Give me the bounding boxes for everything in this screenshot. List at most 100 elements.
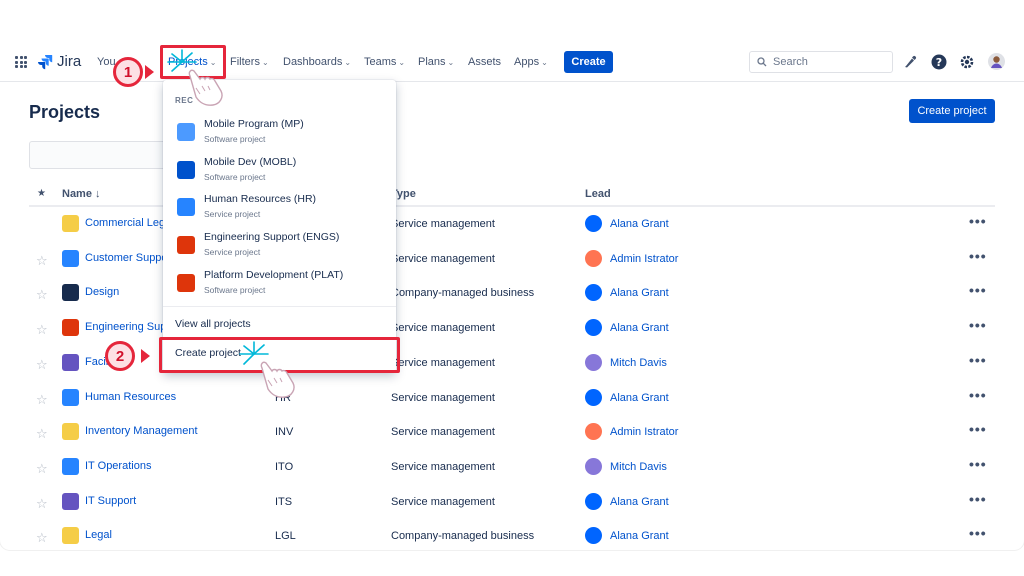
lead-name-link[interactable]: Alana Grant: [610, 496, 669, 508]
table-row[interactable]: ☆ Human Resources HR Service management …: [0, 381, 1024, 415]
column-header-lead[interactable]: Lead: [585, 188, 611, 200]
nav-teams[interactable]: Teams ⌄: [364, 56, 405, 68]
nav-assets[interactable]: Assets: [468, 56, 501, 68]
table-row[interactable]: ☆ Design Company-managed business Alana …: [0, 276, 1024, 310]
more-actions-icon[interactable]: •••: [969, 282, 987, 298]
more-actions-icon[interactable]: •••: [969, 421, 987, 437]
recent-project-type: Service project: [204, 209, 261, 220]
view-all-projects-link[interactable]: View all projects: [175, 318, 251, 330]
project-type: Service management: [391, 252, 495, 265]
star-icon[interactable]: ☆: [36, 253, 48, 269]
star-icon[interactable]: ☆: [36, 287, 48, 303]
more-actions-icon[interactable]: •••: [969, 387, 987, 403]
table-row[interactable]: ☆ IT Support ITS Service management Alan…: [0, 485, 1024, 519]
create-project-button[interactable]: Create project: [909, 99, 995, 123]
lead-name-link[interactable]: Admin Istrator: [610, 426, 678, 438]
create-button[interactable]: Create: [564, 51, 613, 73]
lead-name-link[interactable]: Alana Grant: [610, 392, 669, 404]
nav-apps[interactable]: Apps ⌄: [514, 56, 548, 68]
nav-your-work-label: You: [97, 56, 116, 68]
table-row[interactable]: ☆ Customer Suppo Service management Admi…: [0, 242, 1024, 276]
project-name-link[interactable]: Legal: [85, 529, 112, 541]
recent-project-item[interactable]: Platform Development (PLAT) Software pro…: [163, 264, 396, 301]
star-icon[interactable]: ☆: [36, 357, 48, 373]
dropdown-divider: [163, 306, 396, 307]
lead-avatar: [585, 388, 602, 406]
column-header-name[interactable]: Name ↓: [62, 188, 101, 200]
star-icon[interactable]: ☆: [36, 322, 48, 338]
star-icon[interactable]: ☆: [36, 496, 48, 512]
project-name-link[interactable]: Human Resources: [85, 391, 176, 403]
project-name-link[interactable]: Commercial Lega: [85, 217, 171, 229]
table-row[interactable]: ☆ Engineering Supp Service management Al…: [0, 311, 1024, 345]
recent-project-title: Mobile Dev (MOBL): [204, 155, 297, 168]
table-row[interactable]: ☆ Inventory Management INV Service manag…: [0, 415, 1024, 449]
svg-text:?: ?: [935, 56, 941, 69]
star-icon[interactable]: ☆: [36, 392, 48, 408]
lead-name-link[interactable]: Alana Grant: [610, 287, 669, 299]
jira-logo[interactable]: Jira: [37, 53, 81, 70]
settings-gear-icon[interactable]: [958, 53, 975, 70]
project-name-link[interactable]: Design: [85, 286, 119, 298]
lead-name-link[interactable]: Admin Istrator: [610, 253, 678, 265]
more-actions-icon[interactable]: •••: [969, 213, 987, 229]
project-search-input[interactable]: [29, 141, 169, 169]
user-avatar[interactable]: [988, 53, 1005, 70]
project-name-link[interactable]: Inventory Management: [85, 425, 198, 437]
app-window: Jira You Projects ⌄ Filters ⌄ Dashboards…: [0, 0, 1024, 550]
lead-name-link[interactable]: Alana Grant: [610, 530, 669, 542]
more-actions-icon[interactable]: •••: [969, 352, 987, 368]
project-icon: [177, 160, 195, 179]
project-icon: [62, 215, 79, 232]
app-switcher-icon[interactable]: [15, 56, 27, 68]
project-type: Company-managed business: [391, 530, 535, 543]
more-actions-icon[interactable]: •••: [969, 525, 987, 541]
project-name-link[interactable]: Customer Suppo: [85, 252, 168, 264]
lead-avatar: [585, 284, 602, 302]
project-icon: [62, 319, 79, 337]
starred-column-icon[interactable]: ★: [37, 188, 46, 199]
recent-project-item[interactable]: Mobile Dev (MOBL) Software project: [163, 151, 396, 188]
lead-name-link[interactable]: Mitch Davis: [610, 461, 667, 473]
project-type: Service management: [391, 218, 495, 230]
project-name-link[interactable]: IT Operations: [85, 460, 151, 472]
step-2-badge: 2: [105, 341, 135, 371]
search-icon: [757, 57, 767, 67]
chevron-down-icon: ⌄: [344, 57, 352, 67]
project-key: ITS: [275, 495, 293, 508]
table-row[interactable]: ☆ Legal LGL Company-managed business Ala…: [0, 519, 1024, 550]
star-icon[interactable]: ☆: [36, 426, 48, 442]
star-icon[interactable]: ☆: [36, 530, 48, 546]
recent-project-item[interactable]: Engineering Support (ENGS) Service proje…: [163, 226, 396, 263]
more-actions-icon[interactable]: •••: [969, 248, 987, 264]
chevron-down-icon: ⌄: [541, 57, 548, 67]
project-type: Company-managed business: [391, 287, 535, 300]
lead-name-link[interactable]: Mitch Davis: [610, 357, 667, 369]
page-title: Projects: [29, 102, 101, 122]
help-icon[interactable]: ?: [930, 53, 947, 70]
table-row[interactable]: ☆ Facil Service management Mitch Davis •…: [0, 346, 1024, 380]
more-actions-icon[interactable]: •••: [969, 491, 987, 507]
recent-project-item[interactable]: Mobile Program (MP) Software project: [163, 113, 396, 150]
project-icon: [177, 123, 195, 141]
lead-name-link[interactable]: Alana Grant: [610, 322, 669, 334]
search-input[interactable]: Search: [749, 51, 893, 73]
more-actions-icon[interactable]: •••: [969, 456, 987, 472]
recent-project-title: Platform Development (PLAT): [204, 268, 344, 281]
click-burst-2-icon: [239, 341, 295, 398]
lead-avatar: [585, 423, 602, 441]
nav-dashboards[interactable]: Dashboards ⌄: [283, 56, 351, 68]
star-icon[interactable]: ☆: [36, 461, 48, 477]
project-name-link[interactable]: Engineering Supp: [85, 321, 172, 333]
project-icon: [177, 236, 195, 255]
recent-project-type: Service project: [204, 247, 261, 258]
nav-your-work[interactable]: You: [97, 56, 116, 68]
lead-name-link[interactable]: Alana Grant: [610, 218, 669, 230]
project-name-link[interactable]: IT Support: [85, 495, 136, 507]
table-row[interactable]: ☆ Commercial Lega Service management Ala…: [0, 207, 1024, 241]
more-actions-icon[interactable]: •••: [969, 317, 987, 333]
table-row[interactable]: ☆ IT Operations ITO Service management M…: [0, 450, 1024, 484]
recent-project-item[interactable]: Human Resources (HR) Service project: [163, 188, 396, 225]
notifications-icon[interactable]: [901, 53, 918, 70]
nav-plans[interactable]: Plans ⌄: [418, 56, 454, 68]
